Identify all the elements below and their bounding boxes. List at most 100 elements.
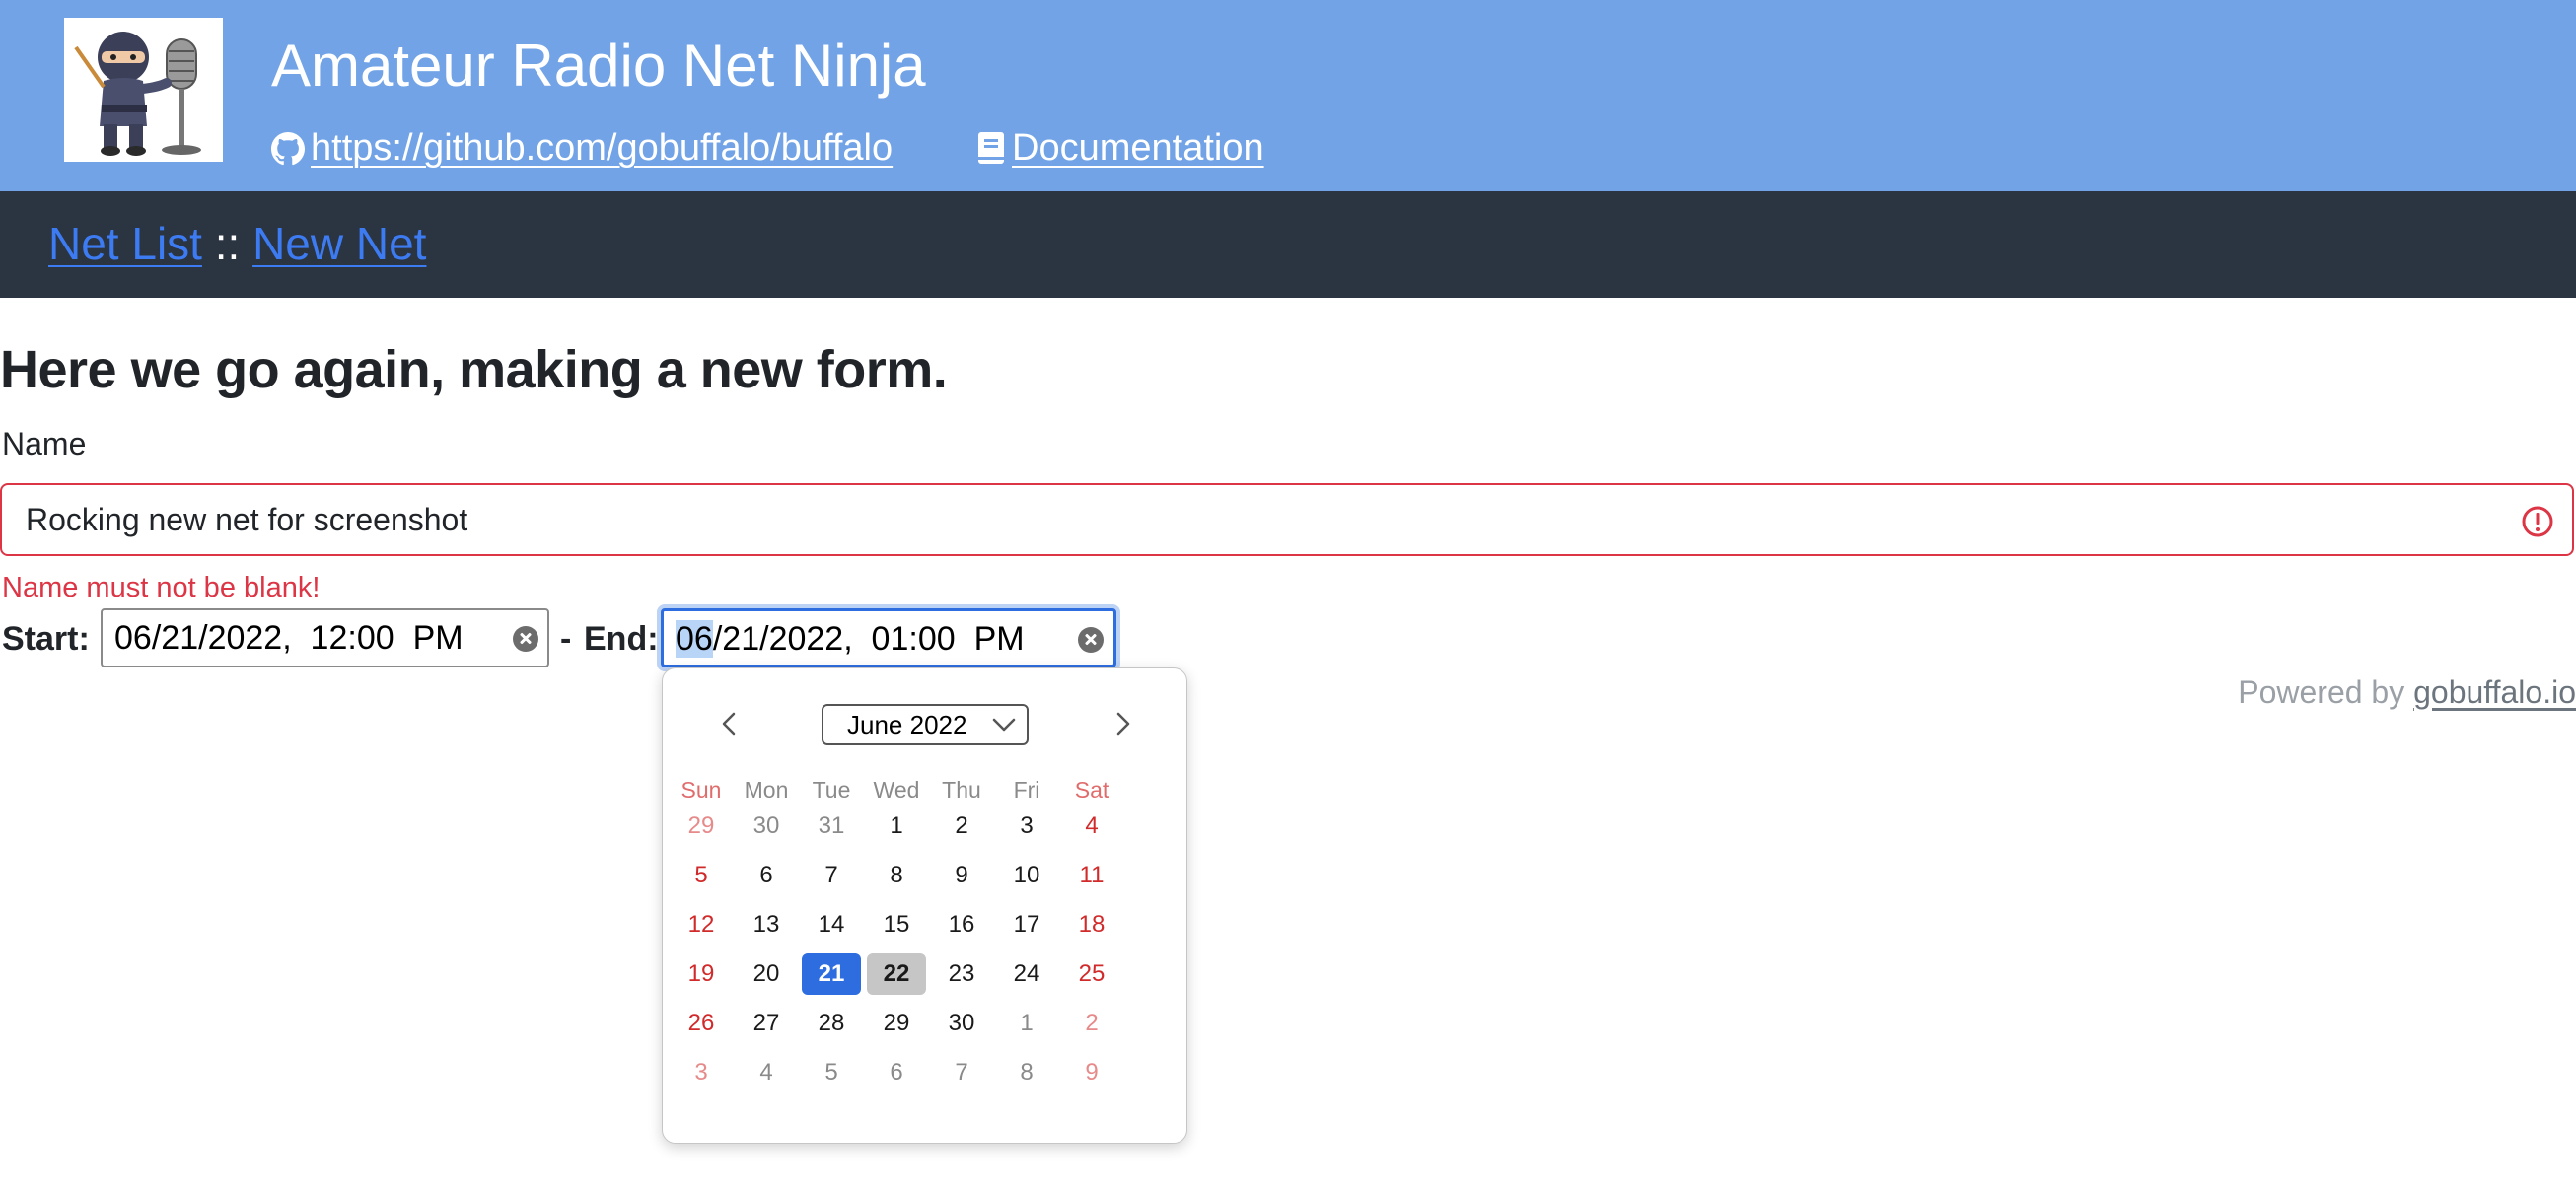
end-month[interactable]: 06 [676,620,713,658]
calendar-day[interactable]: 8 [867,855,926,896]
calendar-day[interactable]: 5 [802,1052,861,1093]
start-clear-icon[interactable] [513,626,538,652]
powered-by: Powered by gobuffalo.io [2238,670,2576,714]
start-day[interactable]: 21 [161,619,198,657]
previous-month-button[interactable] [710,704,750,743]
name-label: Name [2,426,87,461]
github-link-group: https://github.com/gobuffalo/buffalo [271,122,893,174]
documentation-link[interactable]: Documentation [1012,127,1264,169]
calendar-day[interactable]: 17 [997,904,1056,946]
calendar-day[interactable]: 5 [672,855,731,896]
net-list-link[interactable]: Net List [48,218,202,269]
chevron-left-icon [722,712,736,736]
month-year-label: June 2022 [847,710,967,739]
calendar-day[interactable]: 31 [802,806,861,847]
calendar-day[interactable]: 14 [802,904,861,946]
warning-icon [2522,506,2553,537]
weekday-header: Tue [812,777,851,803]
calendar-day[interactable]: 24 [997,953,1056,995]
calendar-day[interactable]: 6 [867,1052,926,1093]
calendar-day[interactable]: 9 [1062,1052,1121,1093]
calendar-day[interactable]: 18 [1062,904,1121,946]
breadcrumb: Net List :: New Net [48,215,426,272]
start-ampm[interactable]: PM [413,619,464,657]
calendar-day[interactable]: 7 [802,855,861,896]
name-error-message: Name must not be blank! [2,572,321,603]
date-picker-popup: June 2022 Sun Mon Tue Wed Thu Fri Sat 29 30 31 1 2 3… [662,667,1187,1144]
weekday-header: Wed [873,777,920,803]
calendar-day[interactable]: 3 [672,1052,731,1093]
calendar-day[interactable]: 29 [672,806,731,847]
weekday-header: Sat [1074,777,1109,803]
github-link[interactable]: https://github.com/gobuffalo/buffalo [311,127,893,169]
app-header: Amateur Radio Net Ninja https://github.c… [0,0,2576,191]
end-minute[interactable]: 00 [918,620,956,658]
start-label: Start: [2,620,90,658]
calendar-day[interactable]: 30 [737,806,796,847]
end-datetime-input[interactable]: 06/21/2022, 01:00 PM [661,608,1116,667]
calendar-day[interactable]: 3 [997,806,1056,847]
end-ampm[interactable]: PM [974,620,1025,658]
next-month-button[interactable] [1103,704,1142,743]
app-title: Amateur Radio Net Ninja [271,33,926,99]
weekday-header: Mon [744,777,789,803]
github-icon [271,132,305,166]
calendar-day[interactable]: 29 [867,1003,926,1044]
start-minute[interactable]: 00 [357,619,394,657]
end-hour[interactable]: 01 [872,620,909,658]
range-separator: - [560,620,572,658]
start-month[interactable]: 06 [114,619,152,657]
calendar-day[interactable]: 20 [737,953,796,995]
start-year[interactable]: 2022 [208,619,283,657]
calendar-day[interactable]: 15 [867,904,926,946]
calendar-day[interactable]: 8 [997,1052,1056,1093]
end-day[interactable]: 21 [722,620,759,658]
ninja-logo [64,18,223,162]
calendar-day[interactable]: 6 [737,855,796,896]
calendar-day[interactable]: 23 [932,953,991,995]
end-label: End: [584,620,659,658]
calendar-day[interactable]: 21 [802,953,861,995]
calendar-day[interactable]: 2 [1062,1003,1121,1044]
calendar-day[interactable]: 25 [1062,953,1121,995]
calendar-day[interactable]: 7 [932,1052,991,1093]
calendar-day[interactable]: 22 [867,953,926,995]
calendar-day[interactable]: 1 [867,806,926,847]
calendar-day[interactable]: 4 [737,1052,796,1093]
gobuffalo-link[interactable]: gobuffalo.io [2413,674,2576,710]
weekday-header: Thu [942,777,981,803]
weekday-header: Sun [680,777,722,803]
docs-link-group: Documentation [976,122,1264,174]
calendar-day[interactable]: 1 [997,1003,1056,1044]
name-field-wrapper [0,483,2574,556]
calendar-day[interactable]: 26 [672,1003,731,1044]
calendar-day[interactable]: 12 [672,904,731,946]
name-input[interactable] [26,495,2442,544]
calendar-day[interactable]: 16 [932,904,991,946]
end-clear-icon[interactable] [1078,627,1104,653]
end-year[interactable]: 2022 [769,620,844,658]
powered-by-text: Powered by [2238,674,2405,710]
chevron-down-icon [992,718,1016,732]
month-year-select[interactable]: June 2022 [822,704,1029,745]
calendar-day[interactable]: 11 [1062,855,1121,896]
calendar-day[interactable]: 13 [737,904,796,946]
calendar-day[interactable]: 4 [1062,806,1121,847]
page-title: Here we go again, making a new form. [0,340,948,399]
weekday-header: Fri [1013,777,1040,803]
breadcrumb-bar: Net List :: New Net [0,191,2576,298]
breadcrumb-separator: :: [214,218,241,269]
calendar-day[interactable]: 10 [997,855,1056,896]
start-datetime-value: 06/21/2022, 12:00 PM [114,619,464,657]
start-datetime-input[interactable]: 06/21/2022, 12:00 PM [101,608,549,667]
calendar-day[interactable]: 19 [672,953,731,995]
calendar-day[interactable]: 27 [737,1003,796,1044]
chevron-right-icon [1116,712,1130,736]
calendar-day[interactable]: 2 [932,806,991,847]
start-hour[interactable]: 12 [311,619,348,657]
calendar-day[interactable]: 30 [932,1003,991,1044]
calendar-day[interactable]: 28 [802,1003,861,1044]
calendar-day[interactable]: 9 [932,855,991,896]
new-net-link[interactable]: New Net [252,218,426,269]
book-icon [978,132,1004,164]
